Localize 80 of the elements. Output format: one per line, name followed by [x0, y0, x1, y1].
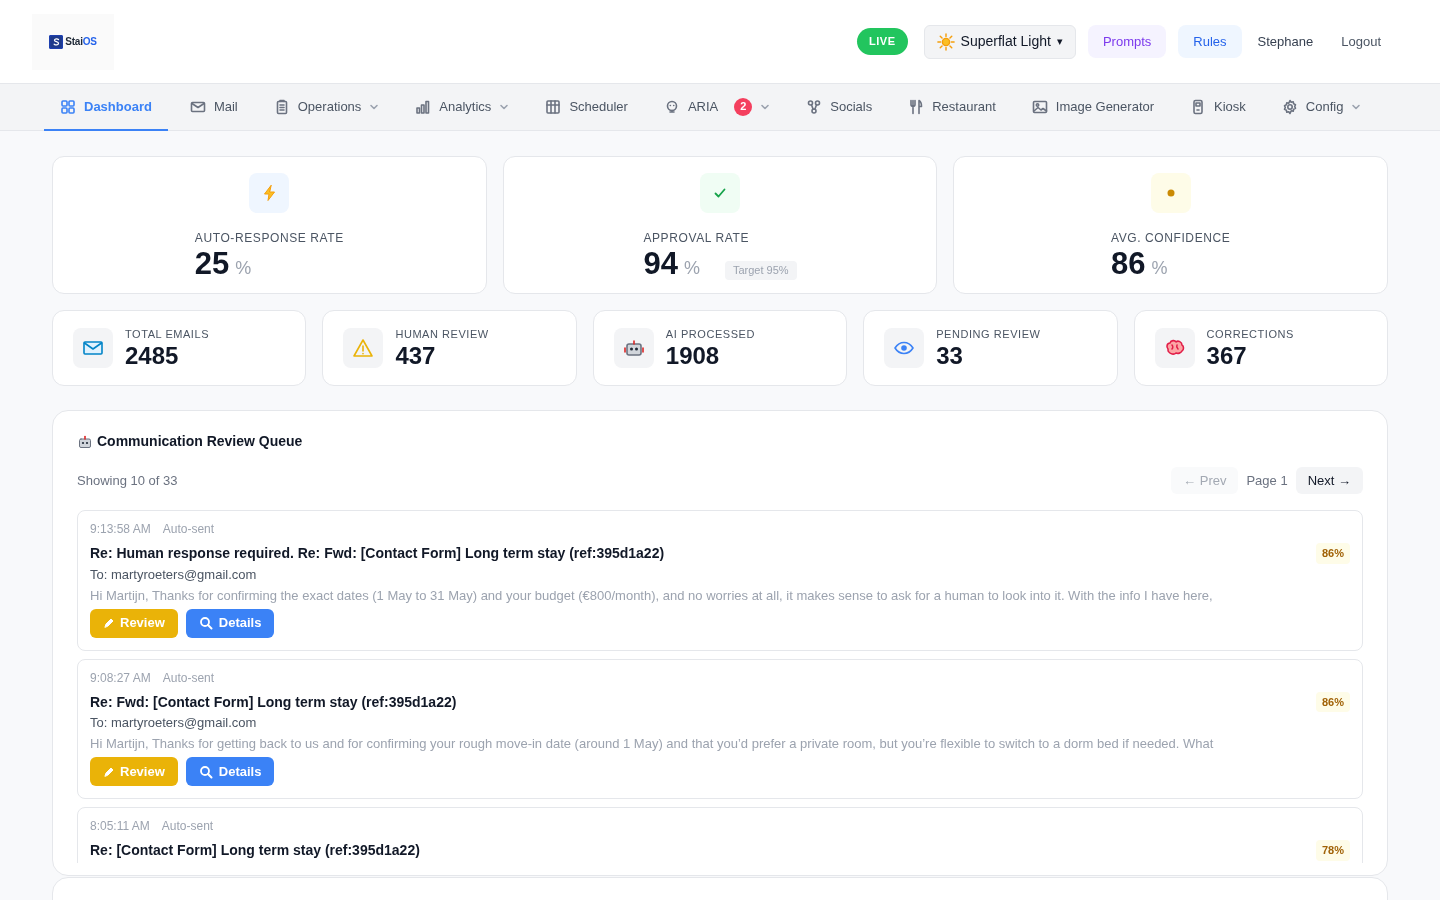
nav-tab[interactable]: Kiosk	[1174, 84, 1262, 131]
metric-value: 86	[1110, 246, 1146, 282]
nav-tab[interactable]: Scheduler	[529, 84, 644, 131]
email-subject: Re: Human response required. Re: Fwd: [Contact Form] Long term stay (ref:395d1a22)	[90, 544, 665, 564]
nav-tab[interactable]: Socials	[790, 84, 889, 131]
metric-value: 367	[1206, 342, 1248, 371]
nav-tab[interactable]: Image Generator	[1015, 84, 1171, 131]
recipient-text: To: martyroeters@gmail.com	[90, 565, 258, 584]
email-subject: Re: [Contact Form] Long term stay (ref:395d1a22)	[90, 841, 420, 861]
unit-label: %	[1151, 257, 1168, 280]
robot-icon	[622, 337, 645, 359]
metric-value: 33	[936, 342, 964, 371]
search-icon	[198, 616, 213, 630]
nav-tab[interactable]: Restaurant	[892, 84, 1012, 131]
gear-icon	[1281, 98, 1298, 115]
warning-icon	[352, 337, 375, 359]
recipient-text: To: martyroeters@gmail.com	[90, 714, 258, 732]
nav-tab[interactable]: Config	[1265, 84, 1378, 131]
email-item[interactable]	[77, 658, 1363, 799]
pencil-icon	[103, 765, 115, 778]
count-badge: 2	[734, 97, 753, 116]
metric-label: TOTAL EMAILS	[125, 326, 210, 342]
status-label: Auto-sent	[161, 818, 214, 834]
header-button[interactable]: Rules	[1178, 25, 1242, 58]
page-indicator: Page 1	[1246, 471, 1288, 490]
pencil-icon	[103, 617, 115, 629]
logo-icon	[49, 34, 64, 49]
logo-text: StaiOS	[65, 35, 97, 49]
image-icon	[1031, 98, 1048, 115]
logo[interactable]: StaiOS	[32, 13, 114, 70]
table-icon	[545, 98, 562, 115]
theme-selector[interactable]: Superflat Light ▾	[923, 24, 1076, 59]
metric-value: 25	[194, 246, 230, 282]
bar-chart-icon	[415, 98, 432, 115]
timestamp: 9:08:27 AM	[90, 669, 151, 686]
metric-label: PENDING REVIEW	[936, 326, 1041, 342]
metric-value: 94	[643, 246, 678, 282]
metric-label: AI PROCESSED	[665, 326, 755, 342]
target-badge: Target 95%	[724, 261, 797, 280]
robot-icon	[77, 433, 93, 450]
metric-value: 437	[395, 342, 437, 371]
confidence-badge: 86%	[1315, 543, 1350, 564]
utensils-icon	[908, 98, 925, 115]
logout-link[interactable]: Logout	[1329, 31, 1393, 52]
email-preview: Hi Martijn, Thanks for getting back to us and for confirming your rough move-in date (around 1 May) and that you’d prefer a private room, but you’re flexible to switch to a dorm bed if needed. What	[90, 735, 1215, 753]
email-item[interactable]: 8:05:11 AM Auto-sent Re: [Contact Form] Long term stay (ref:395d1a22) 78%	[77, 807, 1363, 863]
timestamp: 9:13:58 AM	[90, 521, 151, 537]
metric-label: APPROVAL RATE	[643, 230, 750, 247]
panel-title: Communication Review Queue	[97, 432, 303, 451]
metric-label: AUTO-RESPONSE RATE	[194, 230, 344, 247]
confidence-badge: 86%	[1315, 691, 1350, 712]
metric-value: 2485	[125, 342, 180, 371]
next-button[interactable]: Next →	[1295, 467, 1363, 494]
showing-count: Showing 10 of 33	[77, 471, 178, 490]
nodes-icon	[806, 98, 823, 115]
nav-tab[interactable]: Mail	[173, 84, 254, 131]
user-name: Stephane	[1256, 32, 1315, 51]
unit-label: %	[235, 257, 252, 280]
email-item[interactable]	[77, 510, 1363, 651]
unit-label: %	[683, 257, 700, 280]
metric-value: 1908	[665, 342, 721, 371]
details-button[interactable]: Details	[185, 757, 275, 786]
nav-tab[interactable]: ARIA 2	[647, 84, 787, 131]
metric-label: CORRECTIONS	[1206, 326, 1294, 342]
details-button[interactable]: Details	[185, 608, 275, 638]
email-preview: Hi Martijn, Thanks for confirming the exact dates (1 May to 31 May) and your budget (€800/month), and no worries at all, it makes sense to ask for a human to look into it. With the info I have here,	[90, 586, 1214, 605]
live-badge: LIVE	[856, 28, 908, 55]
email-subject: Re: Fwd: [Contact Form] Long term stay (ref:395d1a22)	[90, 692, 457, 712]
nav-tab[interactable]: Operations	[257, 84, 396, 131]
confidence-badge: 78%	[1315, 840, 1350, 861]
sun-icon	[936, 32, 955, 51]
status-label: Auto-sent	[162, 669, 215, 686]
grid-icon	[60, 98, 76, 115]
search-icon	[198, 764, 213, 779]
header-button[interactable]: Prompts	[1087, 25, 1167, 58]
metric-label: AVG. CONFIDENCE	[1110, 230, 1231, 247]
timestamp: 8:05:11 AM	[90, 818, 150, 834]
metric-label: HUMAN REVIEW	[395, 326, 489, 342]
status-label: Auto-sent	[162, 521, 215, 537]
nav-tab[interactable]: Analytics	[399, 84, 526, 131]
